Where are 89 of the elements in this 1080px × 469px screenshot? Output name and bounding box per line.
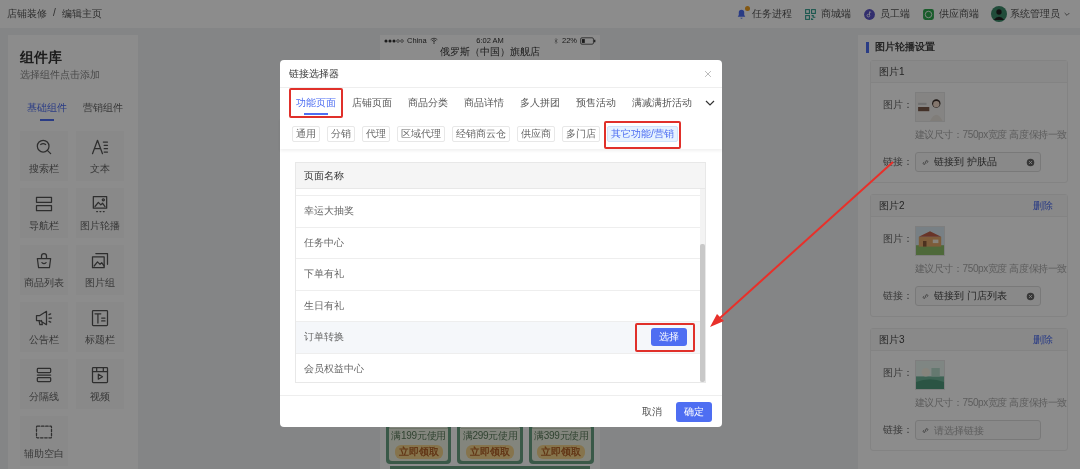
delete-link[interactable]: 删除	[1033, 198, 1053, 213]
filter-chip[interactable]: 分销	[327, 126, 355, 142]
filter-chip[interactable]: 供应商	[517, 126, 555, 142]
claim-button[interactable]: 立即领取	[466, 445, 514, 459]
claim-button[interactable]: 立即领取	[537, 445, 586, 459]
link-icon	[921, 157, 930, 167]
table-row[interactable]: 会员权益中心	[296, 353, 700, 385]
table-cell: 生日有礼	[304, 298, 344, 313]
battery-icon	[580, 36, 596, 45]
table-cell: 任务中心	[304, 235, 344, 250]
filter-chip[interactable]: 多门店	[562, 126, 600, 142]
tab[interactable]: 多人拼团	[512, 88, 568, 118]
tab[interactable]: 满减满折活动	[624, 88, 700, 118]
close-button[interactable]	[703, 68, 713, 79]
claim-button[interactable]: 立即领取	[394, 445, 443, 459]
accent-bar	[866, 41, 869, 53]
filter-chip[interactable]: 其它功能/营销	[607, 126, 678, 142]
card-title: 图片2	[879, 198, 905, 213]
nav-link[interactable]: 任务进程	[735, 7, 792, 21]
link-icon	[921, 291, 930, 301]
tab[interactable]: 预售活动	[568, 88, 624, 118]
table-row[interactable]: 下单有礼	[296, 259, 700, 291]
link-icon	[921, 425, 930, 435]
select-button[interactable]: 选择	[651, 328, 687, 347]
card-title: 图片3	[879, 332, 905, 347]
qr-code-icon	[804, 7, 817, 21]
breadcrumb-item[interactable]: 编辑主页	[61, 7, 102, 21]
tab[interactable]: 功能页面	[288, 88, 344, 118]
images-icon	[90, 250, 110, 271]
nav-link[interactable]: 员工端	[863, 7, 910, 21]
filter-chip[interactable]: 经销商云仓	[452, 126, 510, 142]
panel-title: 图片轮播设置	[875, 40, 935, 54]
filter-chip[interactable]: 通用	[292, 126, 320, 142]
image-upload[interactable]	[914, 360, 945, 390]
field-label: 图片：	[883, 232, 914, 246]
clear-icon	[1026, 291, 1035, 301]
column-header: 页面名称	[296, 163, 705, 189]
table-cell: 下单有礼	[304, 267, 344, 282]
field-label: 链接：	[883, 289, 914, 303]
card-title: 图片1	[879, 64, 905, 79]
caret-icon	[1063, 10, 1071, 18]
heading-icon	[90, 307, 110, 328]
close-icon	[703, 68, 713, 79]
badge-icon	[863, 7, 876, 21]
filter-chip[interactable]: 代理	[362, 126, 390, 142]
breadcrumb-separator: /	[53, 7, 56, 20]
video-icon	[90, 364, 110, 385]
user-menu[interactable]: 系统管理员	[991, 6, 1071, 22]
bluetooth-icon	[553, 36, 559, 45]
field-label: 图片：	[883, 366, 914, 380]
cancel-button[interactable]: 取消	[642, 404, 662, 419]
bell-icon	[735, 7, 748, 21]
confirm-button[interactable]: 确定	[676, 401, 712, 422]
coupon-condition: 满199元使用	[389, 428, 448, 443]
store-title: 俄罗斯（中国）旗舰店	[439, 46, 541, 58]
tab[interactable]: 营销组件	[82, 101, 124, 121]
coupon-condition: 满399元使用	[532, 428, 591, 443]
table-cell: 幸运大抽奖	[304, 204, 354, 219]
dialog-title: 链接选择器	[289, 66, 339, 81]
field-label: 图片：	[883, 98, 914, 112]
table-row[interactable]: 任务中心	[296, 227, 700, 259]
tab[interactable]: 店铺页面	[344, 88, 400, 118]
image-upload[interactable]	[914, 226, 945, 256]
table-cell: 会员权益中心	[304, 362, 364, 377]
clear-icon	[1026, 157, 1035, 167]
table-cell: 订单转换	[304, 330, 344, 345]
table-row[interactable]: 幸运大抽奖	[296, 196, 700, 228]
breadcrumb-item[interactable]: 店铺装修	[7, 7, 47, 21]
tab[interactable]: 商品分类	[400, 88, 456, 118]
link-field[interactable]: 链接到 门店列表	[915, 286, 1041, 306]
table-row[interactable]: 订单转换 选择	[296, 322, 700, 354]
image-upload[interactable]	[914, 92, 945, 122]
nav-link[interactable]: 商城端	[804, 7, 851, 21]
filter-chip[interactable]: 区域代理	[397, 126, 445, 142]
delete-link[interactable]: 删除	[1033, 332, 1053, 347]
tab[interactable]: 基础组件	[26, 101, 68, 121]
link-field[interactable]: 链接到 护肤品	[915, 152, 1041, 172]
nav-link[interactable]: 供应商端	[922, 7, 979, 21]
chat-icon	[922, 7, 935, 21]
image-icon	[90, 193, 110, 214]
panel-title: 组件库	[20, 49, 63, 65]
notification-dot	[745, 5, 750, 11]
signal-icon	[384, 38, 404, 43]
tab[interactable]: 商品详情	[456, 88, 512, 118]
coupon-condition: 满299元使用	[460, 428, 520, 443]
wifi-icon	[429, 36, 438, 45]
avatar-icon	[991, 6, 1007, 22]
field-label: 链接：	[883, 423, 914, 437]
basket-icon	[34, 250, 54, 271]
